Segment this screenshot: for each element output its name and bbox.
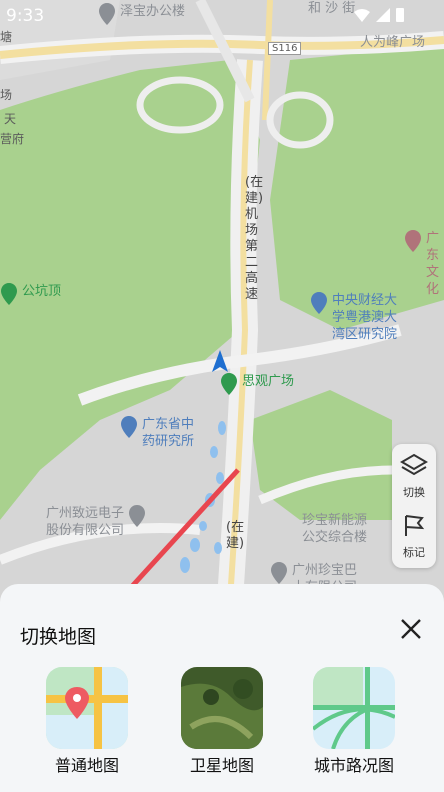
poi-marker[interactable]: 中央财经大 学粤港澳大 湾区研究院 [310,292,397,343]
edge-label: 营府 [0,132,25,146]
map-side-toolbar: 切换 标记 [392,444,436,568]
park-pin-icon [1,283,17,305]
layers-icon [400,453,428,476]
edge-label: 塘 [0,30,13,44]
poi-marker[interactable]: 广东省中 药研究所 [120,416,194,450]
poi-marker[interactable]: 人为峰广场 [360,34,425,51]
road-label-s116: S116 [268,42,302,55]
map-option-standard[interactable]: 普通地图 [27,667,147,777]
company-pin-icon [271,562,287,584]
map-option-label: 卫星地图 [189,756,254,775]
map-option-satellite[interactable]: 卫星地图 [162,667,282,777]
highway-label: (在建)机场第二高速 [245,175,264,302]
standard-map-thumbnail [46,667,128,749]
school-pin-icon [311,292,327,314]
poi-marker[interactable]: 广东 文化 [404,230,444,298]
poi-label: 珍宝新能源 公交综合楼 [302,513,368,545]
company-pin-icon [129,505,146,527]
research-pin-icon [121,416,137,438]
edge-label: 天 [4,112,17,126]
battery-icon [396,8,404,22]
poi-marker[interactable]: 公坑顶 [0,283,61,305]
poi-label: 广州致远电子 股份有限公司 [46,506,125,538]
mark-button[interactable]: 标记 [392,506,436,566]
poi-label: 广东 文化 [426,231,440,297]
map-option-label: 普通地图 [54,756,119,775]
status-bar: 9:33 [0,0,444,32]
poi-label: 和 沙 街 [308,1,356,16]
poi-marker[interactable]: 泽宝办公楼 [98,3,185,25]
building-pin-icon [99,3,115,25]
traffic-map-thumbnail [313,667,395,749]
map-option-traffic[interactable]: 城市路况图 [294,667,414,777]
map-option-label: 城市路况图 [313,756,394,775]
poi-marker[interactable]: 珍宝新能源 公交综合楼 [302,512,367,546]
poi-marker[interactable]: 和 沙 街 [308,0,355,17]
panel-title: 切换地图 [20,626,97,648]
signal-icon [376,8,390,22]
switch-map-label: 切换 [403,486,425,499]
edge-label: 场 [0,88,13,102]
poi-marker[interactable]: 广州致远电子 股份有限公司 [46,505,146,539]
switch-map-button[interactable]: 切换 [392,446,436,506]
wifi-icon [354,9,370,22]
poi-marker[interactable]: 思观广场 [220,373,294,395]
poi-label: 泽宝办公楼 [120,4,186,19]
museum-pin-icon [405,230,421,252]
flag-icon [405,515,425,536]
poi-label: 思观广场 [242,374,295,389]
status-icons [354,8,404,22]
close-icon[interactable] [398,616,424,642]
highway-label: (在建) [226,520,245,551]
poi-label: 中央财经大 学粤港澳大 湾区研究院 [332,293,398,342]
park-pin-icon [221,373,237,395]
poi-label: 广东省中 药研究所 [142,417,195,449]
poi-label: 公坑顶 [22,284,62,299]
mark-label: 标记 [403,546,425,559]
poi-label: 人为峰广场 [360,35,426,50]
satellite-map-thumbnail [181,667,263,749]
status-time: 9:33 [6,6,45,26]
